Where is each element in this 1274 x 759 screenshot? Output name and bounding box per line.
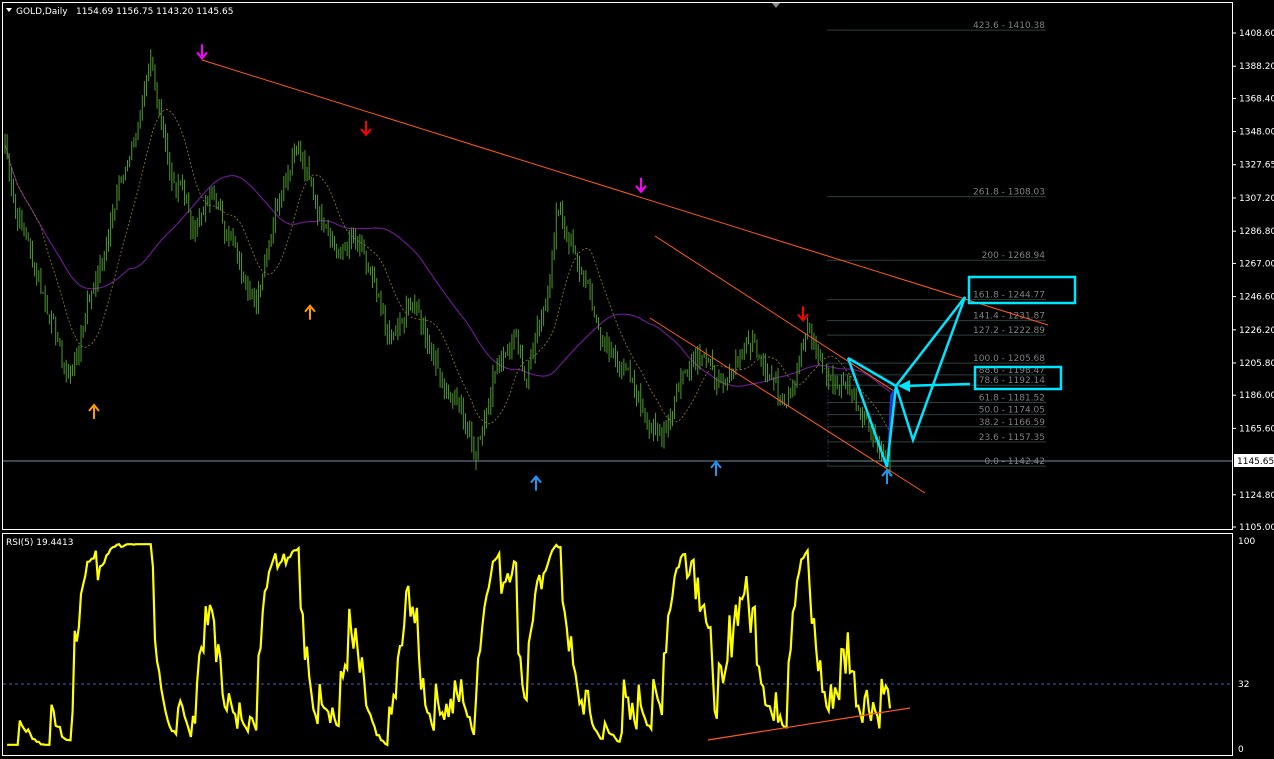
fibonacci-extension[interactable]: 423.6 - 1410.38 261.8 - 1308.03 200 - 1268…: [827, 21, 1046, 467]
fib-level-label: 38.2 - 1166.59: [979, 418, 1045, 428]
sell-arrow-icon: [797, 306, 809, 322]
fib-level-label: 78.6 - 1192.14: [979, 376, 1045, 386]
fib-level-label: 161.8 - 1244.77: [973, 291, 1045, 301]
fib-level-label: 50.0 - 1174.05: [979, 406, 1045, 416]
current-price-tag-label: 1145.65: [1237, 457, 1274, 467]
price-tick-label: 1267.00: [1239, 259, 1274, 269]
rsi-tick-32: 32: [1238, 680, 1249, 690]
price-tick-label: 1388.20: [1239, 62, 1274, 72]
fib-level-label: 261.8 - 1308.03: [973, 188, 1045, 198]
price-tick-label: 1186.00: [1239, 391, 1274, 401]
moving-averages: [4, 108, 891, 433]
fib-level-label: 127.2 - 1222.89: [973, 326, 1045, 336]
upper-trendline[interactable]: [201, 59, 1049, 326]
sell-arrow-icon: [635, 177, 647, 194]
price-bars: [4, 49, 891, 477]
price-tick-label: 1226.20: [1239, 326, 1274, 336]
fib-level-label: 23.6 - 1157.35: [979, 433, 1045, 443]
buy-arrow-icon: [88, 403, 100, 419]
rsi-tick-0: 0: [1238, 745, 1244, 755]
fib-level-label: 423.6 - 1410.38: [973, 21, 1045, 31]
buy-arrow-icon: [530, 474, 542, 491]
chart-canvas[interactable]: GOLD,Daily 1154.69 1156.75 1143.20 1145.…: [0, 0, 1274, 759]
rsi-line: [7, 542, 892, 747]
ohlc-readout: 1154.69 1156.75 1143.20 1145.65: [76, 7, 233, 17]
price-tick-label: 1286.80: [1239, 227, 1274, 237]
channel-lower-line[interactable]: [649, 317, 926, 494]
price-tick-label: 1368.40: [1239, 94, 1274, 104]
price-tick-label: 1165.60: [1239, 424, 1274, 434]
sell-arrow-icon: [360, 120, 372, 137]
fib-level-label: 61.8 - 1181.52: [979, 393, 1045, 403]
fib-level-label: 200 - 1268.94: [982, 251, 1046, 261]
rsi-label: RSI(5) 19.4413: [6, 538, 73, 548]
sell-arrow-icon: [196, 44, 208, 60]
price-tick-label: 1246.60: [1239, 293, 1274, 303]
signal-arrows: [88, 44, 893, 491]
price-tick-label: 1327.65: [1239, 161, 1274, 171]
price-tick-label: 1408.60: [1239, 29, 1274, 39]
symbol-label: GOLD,Daily: [16, 7, 68, 17]
fib-level-label: 100.0 - 1205.68: [973, 354, 1045, 364]
main-chart-frame: [2, 2, 1233, 530]
price-tick-label: 1307.20: [1239, 194, 1274, 204]
price-tick-label: 1105.00: [1239, 523, 1274, 533]
chart-shift-marker-icon[interactable]: [772, 3, 780, 8]
price-tick-label: 1348.00: [1239, 128, 1274, 138]
price-tick-label: 1205.80: [1239, 359, 1274, 369]
symbol-menu-icon[interactable]: [6, 8, 12, 12]
fib-level-label: 0.0 - 1142.42: [985, 457, 1046, 467]
rsi-tick-100: 100: [1238, 537, 1255, 547]
buy-arrow-icon: [710, 460, 722, 476]
buy-arrow-icon: [304, 304, 316, 320]
price-tick-label: 1124.80: [1239, 491, 1274, 501]
fast-moving-average: [4, 108, 891, 433]
